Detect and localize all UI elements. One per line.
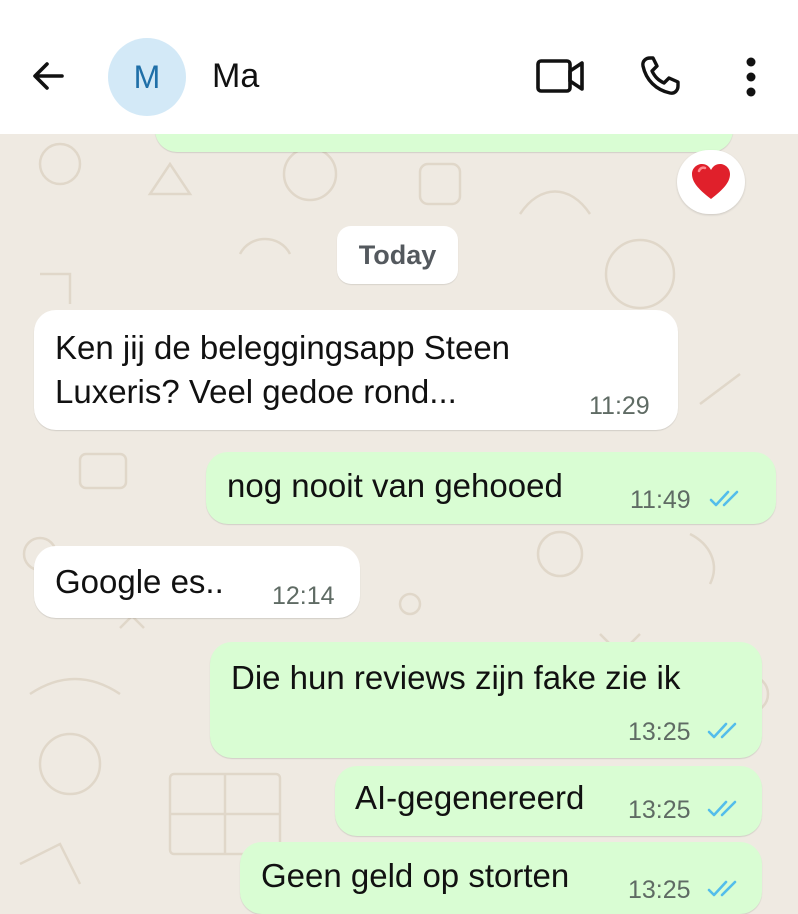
message-outgoing[interactable]: AI-gegenereerd 13:25 [335, 766, 762, 836]
message-time: 13:25 [628, 718, 691, 746]
chat-area[interactable]: Today Ken jij de beleggingsapp Steen Lux… [0, 134, 798, 914]
message-text: Die hun reviews zijn fake zie ik [231, 659, 681, 696]
read-receipt-icon [707, 800, 737, 817]
message-time: 13:25 [628, 876, 691, 904]
read-receipt-icon [707, 880, 737, 897]
avatar-initial: M [133, 58, 161, 95]
message-bubble-partial[interactable] [155, 134, 733, 152]
message-incoming[interactable]: Google es.. 12:14 [34, 546, 360, 618]
chat-header: M Ma [0, 0, 798, 134]
video-camera-icon [536, 59, 584, 93]
read-receipt-icon [707, 722, 737, 739]
more-options-button[interactable] [736, 54, 766, 100]
message-text-line-2: Luxeris? Veel gedoe rond... [55, 373, 457, 410]
message-time: 11:49 [630, 486, 691, 514]
message-outgoing[interactable]: Die hun reviews zijn fake zie ik 13:25 [210, 642, 762, 758]
message-outgoing[interactable]: Geen geld op storten 13:25 [240, 842, 762, 914]
message-incoming[interactable]: Ken jij de beleggingsapp Steen Luxeris? … [34, 310, 678, 430]
date-divider: Today [337, 226, 458, 284]
more-vertical-icon [746, 57, 756, 97]
message-reaction[interactable] [677, 150, 745, 214]
phone-icon [641, 56, 680, 95]
message-text: Geen geld op storten [261, 857, 570, 894]
arrow-left-icon [33, 62, 64, 90]
message-time: 11:29 [589, 392, 650, 420]
message-text: Google es.. [55, 563, 224, 600]
message-time: 12:14 [272, 582, 335, 610]
contact-name[interactable]: Ma [212, 56, 259, 96]
back-button[interactable] [28, 56, 68, 96]
message-text: nog nooit van gehooed [227, 467, 563, 504]
avatar[interactable]: M [108, 38, 186, 116]
read-receipt-icon [709, 490, 739, 507]
voice-call-button[interactable] [636, 52, 686, 100]
message-text: AI-gegenereerd [355, 779, 585, 816]
message-time: 13:25 [628, 796, 691, 824]
message-outgoing[interactable]: nog nooit van gehooed 11:49 [206, 452, 776, 524]
red-heart-icon [692, 164, 730, 199]
video-call-button[interactable] [532, 54, 588, 98]
message-text-line-1: Ken jij de beleggingsapp Steen [55, 329, 511, 366]
